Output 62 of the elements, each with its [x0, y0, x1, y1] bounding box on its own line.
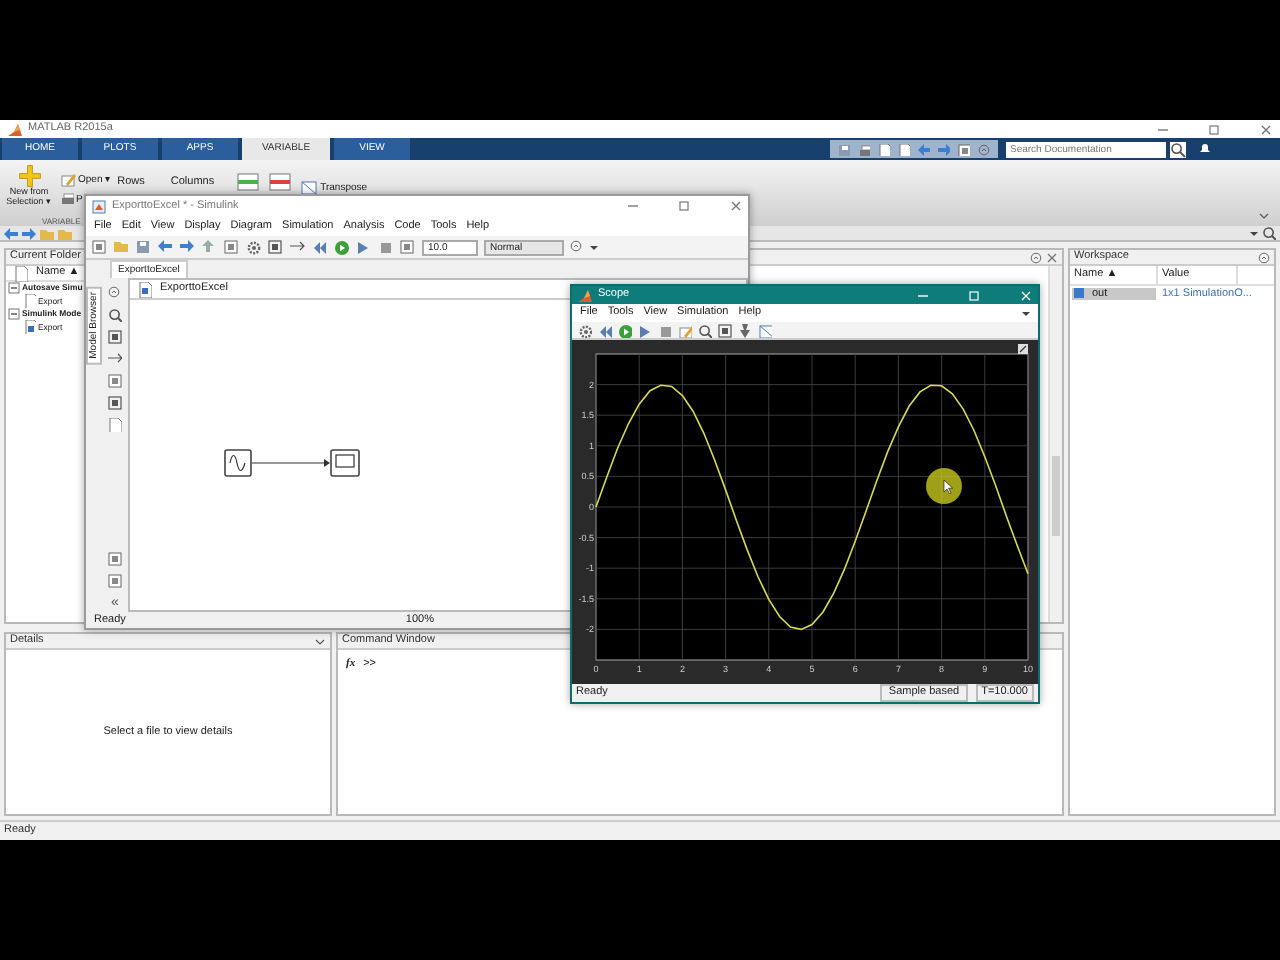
step-back-icon[interactable]	[598, 323, 612, 338]
up-arrow-icon[interactable]	[202, 239, 218, 255]
gear-icon[interactable]	[578, 323, 592, 338]
arrows-icon[interactable]	[108, 352, 122, 366]
close-icon[interactable]	[730, 200, 742, 212]
run-icon[interactable]	[618, 323, 632, 338]
save-icon[interactable]	[136, 239, 152, 255]
zoom-icon[interactable]	[698, 323, 712, 338]
stop-icon[interactable]	[378, 239, 394, 255]
search-icon[interactable]	[1262, 226, 1276, 240]
maximize-icon[interactable]	[1208, 123, 1220, 135]
table-delete-icon[interactable]	[268, 172, 293, 192]
matlab-logo-icon	[578, 289, 592, 302]
back-arrow-icon[interactable]	[4, 227, 18, 239]
collapse-icon[interactable]	[8, 308, 20, 320]
signal-line[interactable]	[251, 459, 330, 467]
stop-icon[interactable]	[658, 323, 672, 338]
step-forward-icon[interactable]	[356, 239, 372, 255]
pencil-icon	[60, 172, 76, 188]
plus-icon	[17, 164, 41, 188]
minimize-icon[interactable]	[916, 289, 928, 302]
back-arrow-icon[interactable]	[158, 239, 174, 255]
sine-wave-block[interactable]	[224, 449, 252, 477]
save-icon[interactable]	[838, 143, 850, 155]
collapse-ribbon-icon[interactable]	[1258, 210, 1270, 222]
close-icon[interactable]	[1046, 251, 1058, 263]
printer-icon	[60, 192, 74, 206]
search-icon[interactable]	[1170, 141, 1186, 157]
step-forward-icon[interactable]	[638, 323, 652, 338]
undock-icon[interactable]	[1030, 251, 1042, 263]
cursor-highlight-icon	[926, 468, 962, 505]
new-model-icon[interactable]	[92, 239, 108, 255]
dropdown-caret-icon[interactable]	[1250, 230, 1258, 236]
scrollbar-thumb[interactable]	[1052, 456, 1060, 536]
scope-block[interactable]	[330, 449, 360, 477]
zoom-icon[interactable]	[108, 308, 122, 322]
variable-icon	[1074, 288, 1084, 299]
hide-icon[interactable]	[108, 286, 122, 300]
panel-menu-icon[interactable]	[1258, 251, 1270, 263]
redo-icon[interactable]	[938, 143, 950, 155]
close-icon[interactable]	[1260, 123, 1272, 135]
bell-icon[interactable]	[1198, 142, 1212, 156]
minimize-icon[interactable]	[1156, 123, 1168, 135]
minimize-icon[interactable]	[626, 200, 638, 212]
step-back-icon[interactable]	[312, 239, 328, 255]
highlight-icon[interactable]	[678, 323, 692, 338]
table-insert-icon[interactable]	[236, 172, 261, 192]
maximize-icon[interactable]	[678, 200, 690, 212]
simulink-logo-icon	[92, 199, 106, 213]
dock-arrow-icon[interactable]	[1022, 310, 1030, 317]
autoscale-icon[interactable]	[1018, 344, 1028, 355]
model-file-icon	[24, 320, 36, 334]
undo-icon[interactable]	[918, 143, 930, 155]
matlab-logo-icon	[8, 123, 22, 135]
forward-arrow-icon[interactable]	[22, 227, 36, 239]
run-icon[interactable]	[334, 239, 350, 255]
forward-arrow-icon[interactable]	[180, 239, 196, 255]
chevron-icon[interactable]	[314, 635, 326, 647]
scrollbar[interactable]	[1048, 266, 1062, 622]
collapse-icon[interactable]	[8, 282, 20, 294]
arrows-icon[interactable]	[290, 239, 306, 255]
gear-icon[interactable]	[246, 239, 262, 255]
